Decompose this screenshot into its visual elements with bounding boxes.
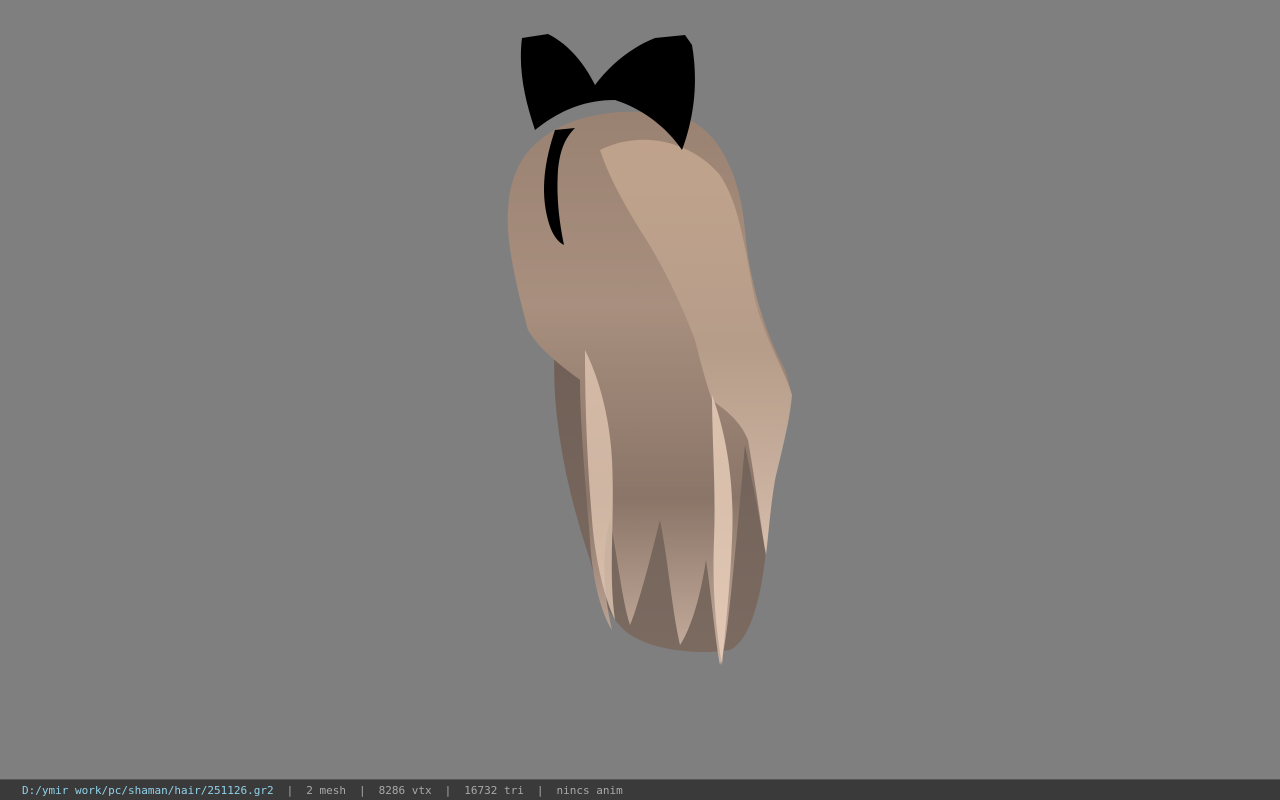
file-path: D:/ymir work/pc/shaman/hair/251126.gr2 (22, 783, 274, 797)
separator: | (444, 783, 452, 797)
3d-viewport[interactable] (0, 0, 1280, 779)
hair-model (507, 34, 792, 665)
separator: | (536, 783, 544, 797)
status-bar: D:/ymir work/pc/shaman/hair/251126.gr2 |… (0, 779, 1280, 800)
separator: | (286, 783, 294, 797)
mesh-count: 2 mesh (306, 783, 347, 797)
vertex-count: 8286 vtx (378, 783, 432, 797)
triangle-count: 16732 tri (464, 783, 524, 797)
separator: | (359, 783, 366, 797)
anim-status: nincs anim (556, 783, 623, 797)
